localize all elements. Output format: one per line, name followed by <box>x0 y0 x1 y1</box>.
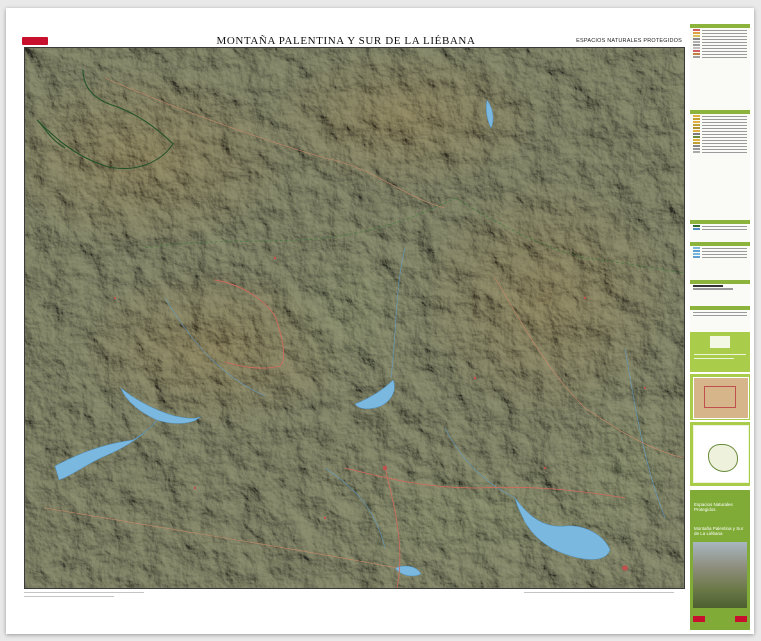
legend-scale <box>690 280 750 306</box>
settlement <box>382 465 388 471</box>
cover-series-name: Espacios Naturales Protegidos <box>694 502 733 512</box>
cover-map-name: Montaña Palentina y Sur de La Liébana <box>694 526 744 536</box>
settlement <box>543 466 547 470</box>
map-sheet-logo-icon <box>22 37 48 45</box>
legend-symbols <box>690 110 750 220</box>
publisher-logo <box>22 35 48 47</box>
info-card <box>690 332 750 372</box>
ministry-logo-icon <box>693 616 705 622</box>
settlement <box>273 256 277 260</box>
legend-transport <box>690 24 750 110</box>
map-sheet: MONTAÑA PALENTINA Y SUR DE LA LIÉBANA ES… <box>6 8 754 634</box>
settlement <box>622 565 628 571</box>
map-cover: Espacios Naturales Protegidos Montaña Pa… <box>690 490 750 630</box>
legend-sidebar: Espacios Naturales Protegidos Montaña Pa… <box>690 20 750 630</box>
legend-hydrography <box>690 242 750 280</box>
relief-map[interactable] <box>25 48 684 588</box>
region-inset-map <box>690 422 750 486</box>
location-inset-map <box>690 374 750 420</box>
map-title: MONTAÑA PALENTINA Y SUR DE LA LIÉBANA <box>216 35 476 47</box>
settlement <box>113 296 117 300</box>
cover-footer <box>693 614 747 624</box>
settlement <box>583 296 587 300</box>
settlement <box>473 376 477 380</box>
cover-photo-icon <box>693 542 747 608</box>
settlement <box>643 386 647 390</box>
settlement <box>193 486 197 490</box>
map-view[interactable] <box>24 47 685 589</box>
settlement <box>323 516 327 520</box>
legend-boundaries <box>690 220 750 242</box>
legend-notes <box>690 306 750 332</box>
map-footer-notes <box>24 592 683 628</box>
map-subtitle: ESPACIOS NATURALES PROTEGIDOS <box>576 38 682 44</box>
ign-logo-icon <box>735 616 747 622</box>
terrain-layer <box>25 48 684 588</box>
